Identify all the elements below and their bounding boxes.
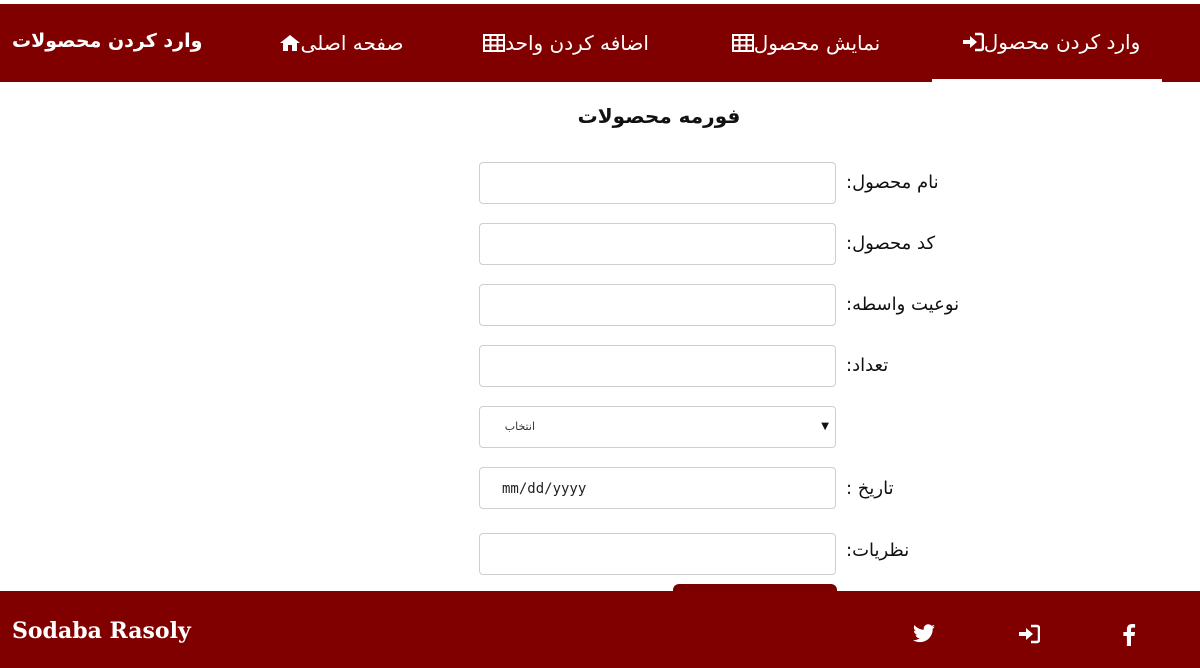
date-label: تاریخ : — [846, 478, 894, 499]
navbar: وارد کردن محصولات صفحه اصلی اضافه کردن و… — [0, 4, 1200, 82]
footer: Sodaba Rasoly — [0, 591, 1200, 668]
twitter-icon[interactable] — [912, 624, 936, 644]
unit-select-value: انتخاب — [504, 420, 535, 433]
unit-select[interactable]: انتخاب ▼ — [479, 406, 836, 448]
count-label: تعداد: — [846, 355, 889, 376]
product-code-input[interactable] — [479, 223, 836, 265]
product-name-input[interactable] — [479, 162, 836, 204]
main-content: فورمه محصولات نام محصول: کد محصول: نوعیت… — [0, 82, 1200, 591]
product-code-label: کد محصول: — [846, 233, 936, 254]
product-name-label: نام محصول: — [846, 172, 939, 193]
nav-show-product-label: نمایش محصول — [753, 31, 881, 55]
brand-title: وارد کردن محصولات — [12, 30, 203, 52]
form-title: فورمه محصولات — [577, 104, 741, 128]
home-icon — [279, 34, 301, 52]
comments-label: نظریات: — [846, 540, 910, 561]
unit-type-label: نوعیت واسطه: — [846, 294, 960, 315]
nav-add-unit[interactable]: اضافه کردن واحد — [462, 4, 662, 82]
date-placeholder: mm/dd/yyyy — [502, 481, 587, 497]
chevron-down-icon: ▼ — [821, 421, 829, 432]
nav-enter-product-label: وارد کردن محصول — [983, 29, 1141, 54]
table-icon — [731, 34, 754, 52]
nav-home-label: صفحه اصلی — [300, 31, 404, 55]
sign-in-icon — [962, 32, 984, 52]
nav-add-unit-label: اضافه کردن واحد — [505, 31, 649, 55]
sign-in-icon[interactable] — [1018, 624, 1040, 644]
nav-enter-product[interactable]: وارد کردن محصول — [932, 4, 1162, 82]
nav-show-product[interactable]: نمایش محصول — [712, 4, 892, 82]
comments-input[interactable] — [479, 533, 836, 575]
nav-home[interactable]: صفحه اصلی — [250, 4, 410, 82]
unit-type-input[interactable] — [479, 284, 836, 326]
footer-author-name: Sodaba Rasoly — [12, 618, 191, 644]
date-input[interactable]: mm/dd/yyyy — [479, 467, 836, 509]
count-input[interactable] — [479, 345, 836, 387]
facebook-icon[interactable] — [1122, 624, 1136, 646]
table-icon — [483, 34, 506, 52]
